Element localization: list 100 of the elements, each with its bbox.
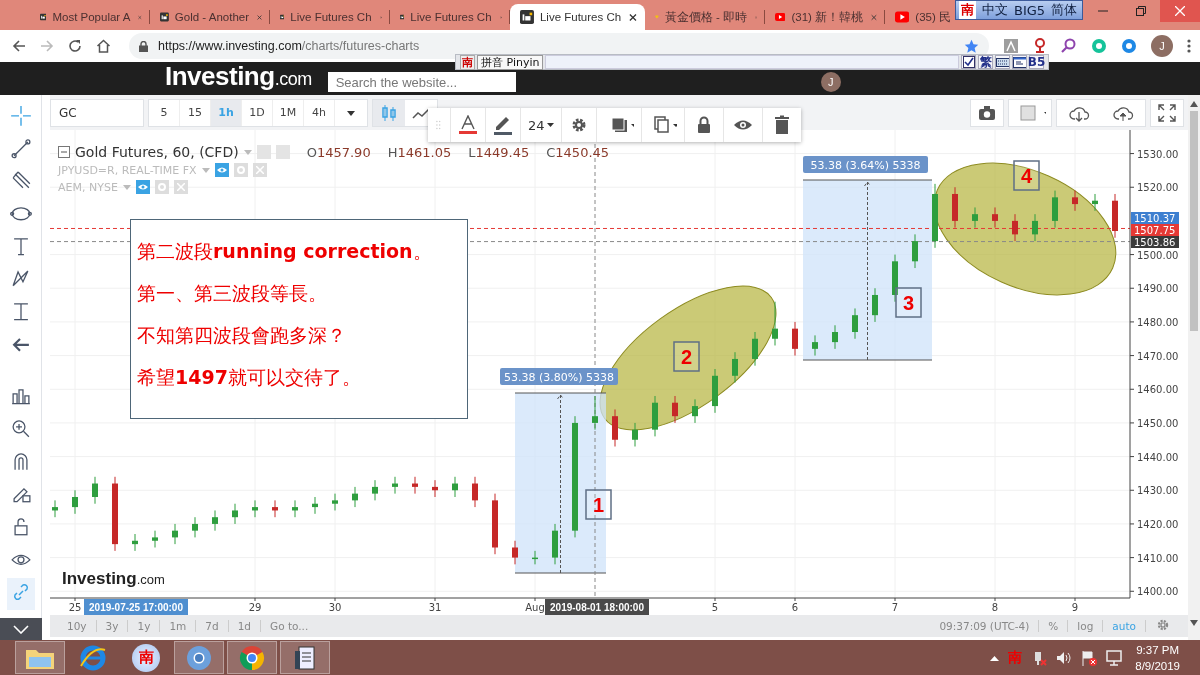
note-text: 第二波段running correction。	[137, 239, 433, 264]
text-color-icon[interactable]	[458, 115, 478, 135]
candlestick	[632, 422, 638, 447]
scale-option[interactable]: auto	[1103, 620, 1146, 632]
video-icon	[775, 11, 786, 23]
axis-label: 9	[1071, 602, 1079, 613]
composition-field[interactable]	[545, 55, 959, 69]
lock-icon	[139, 40, 148, 52]
candlestick	[472, 476, 478, 508]
ohlc-value: C1450.45	[546, 144, 610, 160]
close-icon[interactable]	[627, 12, 639, 22]
browser-tab[interactable]: Gold - Another	[150, 4, 270, 30]
candlestick	[1072, 190, 1078, 212]
range-button[interactable]: 10y	[58, 620, 97, 632]
candlestick	[652, 395, 658, 437]
magnifier-icon[interactable]	[1061, 38, 1077, 54]
browser-tab[interactable]: (31) 新！韓桃	[765, 4, 885, 30]
browser-tab[interactable]: Live Futures Ch	[390, 4, 510, 30]
interval-button[interactable]: 1D	[242, 99, 273, 126]
browser-tab[interactable]: 黃金價格 - 即時	[645, 4, 765, 30]
candlestick	[132, 533, 138, 552]
scroll-up-icon[interactable]	[1190, 101, 1198, 107]
network-icon[interactable]	[1106, 649, 1123, 666]
axis-label: 1400.00	[1137, 586, 1179, 598]
axis-label: 8	[991, 602, 999, 613]
candlestick	[972, 206, 978, 229]
axis-label: 5	[711, 602, 719, 613]
video-icon	[895, 11, 910, 23]
card-icon[interactable]	[1012, 55, 1027, 69]
extension-icon[interactable]	[1033, 38, 1047, 54]
ime-logo[interactable]: 南	[460, 54, 475, 70]
axis-label: 1480.00	[1137, 316, 1179, 328]
browser-tab[interactable]: Live Futures Ch	[270, 4, 390, 30]
caret-icon[interactable]	[546, 123, 554, 127]
browser-ring-icon	[238, 643, 266, 672]
candlestick	[1012, 213, 1018, 242]
show-hidden-icon[interactable]	[990, 654, 1000, 661]
candlestick	[92, 476, 98, 505]
wave-number: 1	[585, 489, 612, 520]
pencil-icon[interactable]	[493, 115, 513, 135]
fullscreen-icon[interactable]	[1157, 102, 1177, 123]
collapse-icon[interactable]	[58, 146, 70, 158]
candlestick	[592, 395, 598, 431]
scale-option[interactable]: %	[1039, 620, 1069, 632]
chevron-down-icon[interactable]	[12, 624, 29, 634]
range-button[interactable]: 1y	[128, 620, 161, 632]
candlestick	[252, 499, 258, 518]
back-icon[interactable]	[12, 39, 26, 53]
interval-button[interactable]: 5	[149, 99, 180, 126]
scale-option[interactable]: log	[1068, 620, 1104, 632]
range-button[interactable]: 7d	[196, 620, 229, 632]
browser-tab[interactable]: Live Futures Ch	[510, 4, 645, 30]
wave-number: 2	[673, 341, 700, 372]
candlestick	[712, 368, 718, 414]
search-field[interactable]: Search the website...	[327, 72, 516, 92]
measure-label: 53.38 (3.80%) 5338	[500, 368, 618, 385]
browser-tab[interactable]: (35) 民	[885, 4, 957, 30]
price-tag: 1507.75	[1131, 224, 1179, 236]
scroll-down-icon[interactable]	[1190, 620, 1198, 626]
range-button[interactable]: 3y	[96, 620, 129, 632]
home-icon[interactable]	[96, 39, 111, 53]
site-logo[interactable]: Investing.com	[165, 61, 312, 92]
keyboard-icon[interactable]	[995, 55, 1010, 69]
candlestick	[232, 503, 238, 525]
flag-icon[interactable]	[1081, 649, 1098, 666]
scrollbar[interactable]	[1188, 95, 1200, 640]
clock-time[interactable]: 9:37 PM	[1136, 641, 1180, 658]
candlestick	[212, 509, 218, 532]
candlestick	[312, 496, 318, 515]
font-size-button[interactable]: 24	[521, 108, 562, 142]
range-button[interactable]: 1d	[228, 620, 262, 632]
menu-icon[interactable]	[1187, 39, 1191, 53]
candlestick	[612, 408, 618, 447]
ime-mode-button[interactable]: 拼音 Pinyin	[477, 54, 544, 70]
collapse-button[interactable]	[0, 618, 42, 640]
candlestick	[532, 550, 538, 565]
big5-button[interactable]: B5	[1029, 55, 1044, 69]
star-icon[interactable]	[964, 38, 979, 54]
range-button[interactable]: 1m	[160, 620, 197, 632]
interval-button[interactable]: 1M	[273, 99, 304, 126]
browser-e-icon	[79, 643, 107, 672]
axis-label: 1450.00	[1137, 417, 1179, 429]
interval-button[interactable]: 4h	[304, 99, 335, 126]
trend-line-icon[interactable]	[9, 137, 32, 160]
taskbar-app[interactable]	[280, 641, 330, 674]
axis-label: 1520.00	[1137, 182, 1179, 194]
profile-avatar[interactable]: J	[1151, 35, 1173, 57]
extension-icon[interactable]	[1121, 38, 1137, 54]
symbol-field[interactable]: GC	[50, 98, 144, 127]
user-avatar[interactable]: J	[820, 72, 841, 92]
axis-label: 1420.00	[1137, 518, 1179, 530]
clock-date[interactable]: 8/9/2019	[1135, 657, 1180, 674]
checkbox-icon[interactable]	[961, 55, 976, 69]
traditional-button[interactable]: 繁	[978, 55, 993, 69]
goto-button[interactable]: Go to...	[261, 620, 318, 632]
restore-icon[interactable]	[1136, 6, 1146, 16]
close-button[interactable]	[1160, 0, 1200, 22]
reload-icon[interactable]	[68, 39, 82, 53]
browser-tab[interactable]: Most Popular A	[30, 4, 150, 30]
taskbar-app[interactable]: 南	[121, 641, 171, 674]
